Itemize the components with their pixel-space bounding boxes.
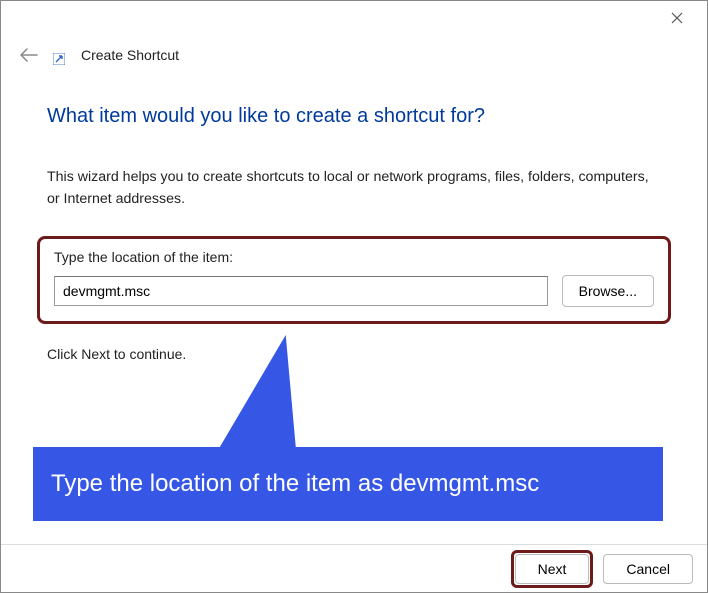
continue-hint: Click Next to continue. [47, 346, 661, 362]
annotation-text: Type the location of the item as devmgmt… [51, 470, 539, 498]
annotation-box: Type the location of the item as devmgmt… [33, 447, 663, 521]
back-arrow-icon [20, 48, 38, 62]
next-button[interactable]: Next [515, 554, 590, 584]
back-button[interactable] [19, 45, 39, 65]
browse-button[interactable]: Browse... [562, 275, 654, 307]
cancel-button[interactable]: Cancel [603, 554, 693, 584]
title-bar [1, 1, 707, 35]
location-input[interactable] [54, 276, 548, 306]
wizard-header: Create Shortcut [1, 35, 707, 65]
wizard-title: Create Shortcut [81, 47, 179, 63]
description-text: This wizard helps you to create shortcut… [47, 166, 661, 210]
wizard-footer: Next Cancel [1, 544, 707, 592]
wizard-content: What item would you like to create a sho… [1, 65, 707, 362]
page-heading: What item would you like to create a sho… [47, 105, 661, 128]
close-button[interactable] [661, 4, 693, 32]
location-highlight: Type the location of the item: Browse... [37, 236, 671, 324]
shortcut-icon [53, 51, 67, 65]
close-icon [671, 12, 683, 24]
location-label: Type the location of the item: [54, 249, 654, 265]
next-highlight: Next [511, 550, 594, 588]
location-row: Browse... [54, 275, 654, 307]
